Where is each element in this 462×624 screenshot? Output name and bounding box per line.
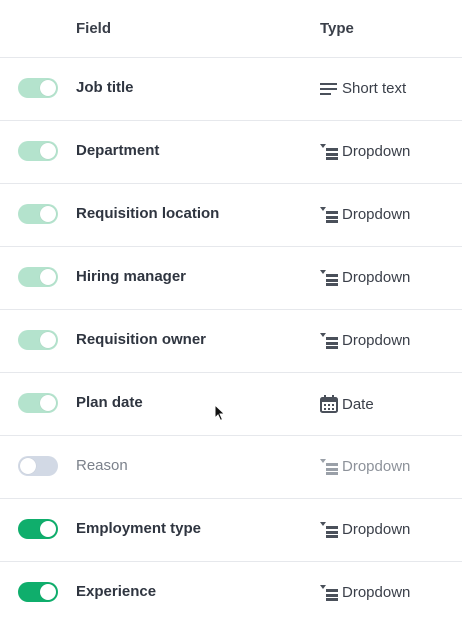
field-toggle[interactable] <box>18 204 58 224</box>
table-row: Hiring manager Dropdown <box>0 247 462 310</box>
table-header: Field Type <box>0 0 462 58</box>
dropdown-icon <box>320 458 338 475</box>
field-type-label: Dropdown <box>342 458 411 475</box>
dropdown-icon <box>320 584 338 601</box>
field-toggle[interactable] <box>18 330 58 350</box>
field-label: Experience <box>76 583 157 600</box>
field-toggle[interactable] <box>18 456 58 476</box>
field-toggle[interactable] <box>18 582 58 602</box>
table-row: Department Dropdown <box>0 121 462 184</box>
calendar-icon <box>320 395 338 413</box>
field-type-label: Dropdown <box>342 269 411 286</box>
field-label: Hiring manager <box>76 268 187 285</box>
table-row: Requisition owner Dropdown <box>0 310 462 373</box>
toggle-knob <box>40 521 56 537</box>
field-type-label: Date <box>342 395 374 413</box>
field-toggle[interactable] <box>18 267 58 287</box>
field-label: Job title <box>76 79 134 96</box>
field-type: Dropdown <box>320 584 410 601</box>
field-label: Requisition location <box>76 205 220 222</box>
field-label: Department <box>76 142 160 159</box>
toggle-knob <box>40 80 56 96</box>
field-type: Dropdown <box>320 206 410 223</box>
toggle-knob <box>40 584 56 600</box>
field-type: Dropdown <box>320 269 410 286</box>
field-toggle[interactable] <box>18 393 58 413</box>
short-text-icon <box>320 82 337 95</box>
field-type: Dropdown <box>320 143 410 160</box>
table-row: Plan date Date <box>0 373 462 436</box>
dropdown-icon <box>320 521 338 538</box>
field-type: Date <box>320 395 374 413</box>
fields-table: Field Type Job title Short text Departme… <box>0 0 462 624</box>
toggle-knob <box>20 458 36 474</box>
column-header-field: Field <box>76 20 112 37</box>
field-type: Dropdown <box>320 521 410 538</box>
toggle-knob <box>40 269 56 285</box>
field-type: Dropdown <box>320 332 410 349</box>
dropdown-icon <box>320 269 338 286</box>
column-header-type: Type <box>320 20 354 37</box>
dropdown-icon <box>320 332 338 349</box>
table-row: Job title Short text <box>0 58 462 121</box>
toggle-knob <box>40 206 56 222</box>
field-label: Requisition owner <box>76 331 207 348</box>
field-toggle[interactable] <box>18 141 58 161</box>
dropdown-icon <box>320 206 338 223</box>
field-type-label: Dropdown <box>342 584 411 601</box>
field-type-label: Short text <box>342 80 407 97</box>
table-row: Reason Dropdown <box>0 436 462 499</box>
dropdown-icon <box>320 143 338 160</box>
field-label: Plan date <box>76 394 143 411</box>
table-row: Experience Dropdown <box>0 562 462 624</box>
field-type-label: Dropdown <box>342 206 411 223</box>
field-toggle[interactable] <box>18 78 58 98</box>
field-type-label: Dropdown <box>342 521 411 538</box>
field-type-label: Dropdown <box>342 143 411 160</box>
toggle-knob <box>40 395 56 411</box>
field-type-label: Dropdown <box>342 332 411 349</box>
field-type: Dropdown <box>320 458 410 475</box>
field-label: Reason <box>76 457 128 474</box>
field-type: Short text <box>320 80 406 97</box>
field-toggle[interactable] <box>18 519 58 539</box>
table-row: Requisition location Dropdown <box>0 184 462 247</box>
toggle-knob <box>40 143 56 159</box>
field-label: Employment type <box>76 520 202 537</box>
table-row: Employment type Dropdown <box>0 499 462 562</box>
mouse-cursor-icon <box>214 404 226 422</box>
toggle-knob <box>40 332 56 348</box>
